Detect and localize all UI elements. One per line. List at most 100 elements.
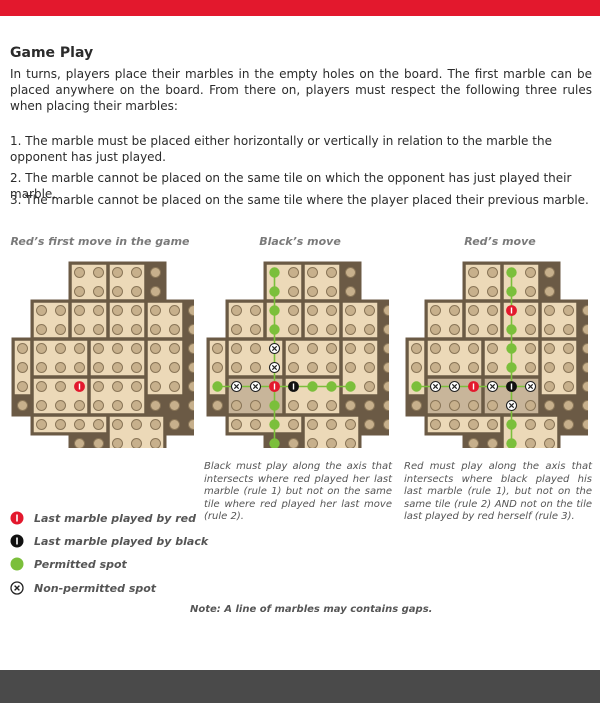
board-hole	[345, 438, 356, 448]
board-hole	[150, 305, 161, 316]
board-hole	[131, 305, 142, 316]
board-hole	[326, 343, 337, 354]
board-hole	[250, 305, 261, 316]
board-hole	[525, 343, 536, 354]
board-hole	[468, 438, 479, 448]
board-hole	[55, 400, 66, 411]
board-hole	[74, 400, 85, 411]
board-hole	[74, 305, 85, 316]
board-hole	[582, 400, 588, 411]
permitted-spot-icon	[269, 324, 280, 335]
board-hole	[468, 400, 479, 411]
board-hole	[383, 343, 389, 354]
board-hole	[131, 438, 142, 448]
board-hole	[364, 400, 375, 411]
board-hole	[131, 381, 142, 392]
permitted-spot-icon	[326, 381, 337, 392]
permitted-spot-icon	[506, 286, 517, 297]
board-hole	[544, 343, 555, 354]
board-hole	[307, 267, 318, 278]
board-hole	[55, 419, 66, 430]
board-hole	[74, 286, 85, 297]
permitted-spot-icon	[269, 267, 280, 278]
board-hole	[231, 324, 242, 335]
permitted-spot-icon	[269, 286, 280, 297]
board-hole	[150, 286, 161, 297]
board-hole	[563, 419, 574, 430]
board-hole	[288, 419, 299, 430]
board-hole	[188, 419, 194, 430]
board-hole	[131, 267, 142, 278]
board-hole	[169, 362, 180, 373]
board-hole	[525, 286, 536, 297]
board-hole	[487, 305, 498, 316]
legend-black-marble: Last marble played by black	[10, 533, 208, 549]
board-hole	[250, 343, 261, 354]
permitted-spot-icon	[506, 362, 517, 373]
board-hole	[250, 400, 261, 411]
board-hole	[74, 438, 85, 448]
board-diagram-black-move	[206, 261, 389, 448]
permitted-spot-icon	[345, 381, 356, 392]
board-hole	[112, 362, 123, 373]
legend-non-permitted-spot: Non-permitted spot	[10, 580, 156, 596]
board-hole	[150, 381, 161, 392]
board-hole	[430, 324, 441, 335]
board-hole	[212, 343, 223, 354]
board-hole	[544, 381, 555, 392]
board-hole	[307, 324, 318, 335]
board-hole	[345, 305, 356, 316]
board-hole	[430, 343, 441, 354]
board-hole	[288, 438, 299, 448]
board-hole	[449, 362, 460, 373]
board-hole	[563, 381, 574, 392]
board-hole	[345, 267, 356, 278]
board-hole	[345, 343, 356, 354]
board-hole	[307, 286, 318, 297]
permitted-spot-icon	[307, 381, 318, 392]
permitted-spot-icon	[411, 381, 422, 392]
permitted-spot-icon	[506, 419, 517, 430]
board-hole	[468, 267, 479, 278]
board-hole	[150, 438, 161, 448]
board-hole	[383, 324, 389, 335]
board-hole	[525, 419, 536, 430]
board-hole	[449, 400, 460, 411]
board-hole	[188, 324, 194, 335]
board-hole	[449, 324, 460, 335]
permitted-spot-icon	[506, 267, 517, 278]
board-hole	[383, 305, 389, 316]
board-hole	[93, 324, 104, 335]
board-hole	[169, 400, 180, 411]
board-hole	[383, 362, 389, 373]
board-hole	[55, 381, 66, 392]
board-hole	[93, 267, 104, 278]
board-hole	[468, 286, 479, 297]
board-hole	[563, 400, 574, 411]
board-hole	[430, 305, 441, 316]
board-hole	[36, 362, 47, 373]
board-hole	[93, 362, 104, 373]
board-hole	[231, 343, 242, 354]
board-hole	[131, 362, 142, 373]
rule-1: 1. The marble must be placed either hori…	[10, 134, 552, 164]
board-hole	[487, 286, 498, 297]
black-marble-icon	[10, 534, 24, 548]
board-hole	[326, 419, 337, 430]
board-hole	[169, 324, 180, 335]
board-hole	[231, 362, 242, 373]
board-hole	[468, 419, 479, 430]
legend-red-marble: Last marble played by red	[10, 510, 196, 526]
board-hole	[430, 400, 441, 411]
board-hole	[345, 362, 356, 373]
board-hole	[307, 400, 318, 411]
board-hole	[17, 400, 28, 411]
board-hole	[169, 381, 180, 392]
board-hole	[383, 419, 389, 430]
board-hole	[364, 362, 375, 373]
board-hole	[93, 381, 104, 392]
board-hole	[150, 362, 161, 373]
board-diagram-red-first-move	[11, 261, 194, 448]
legend-label: Last marble played by red	[34, 511, 197, 525]
board-hole	[345, 419, 356, 430]
